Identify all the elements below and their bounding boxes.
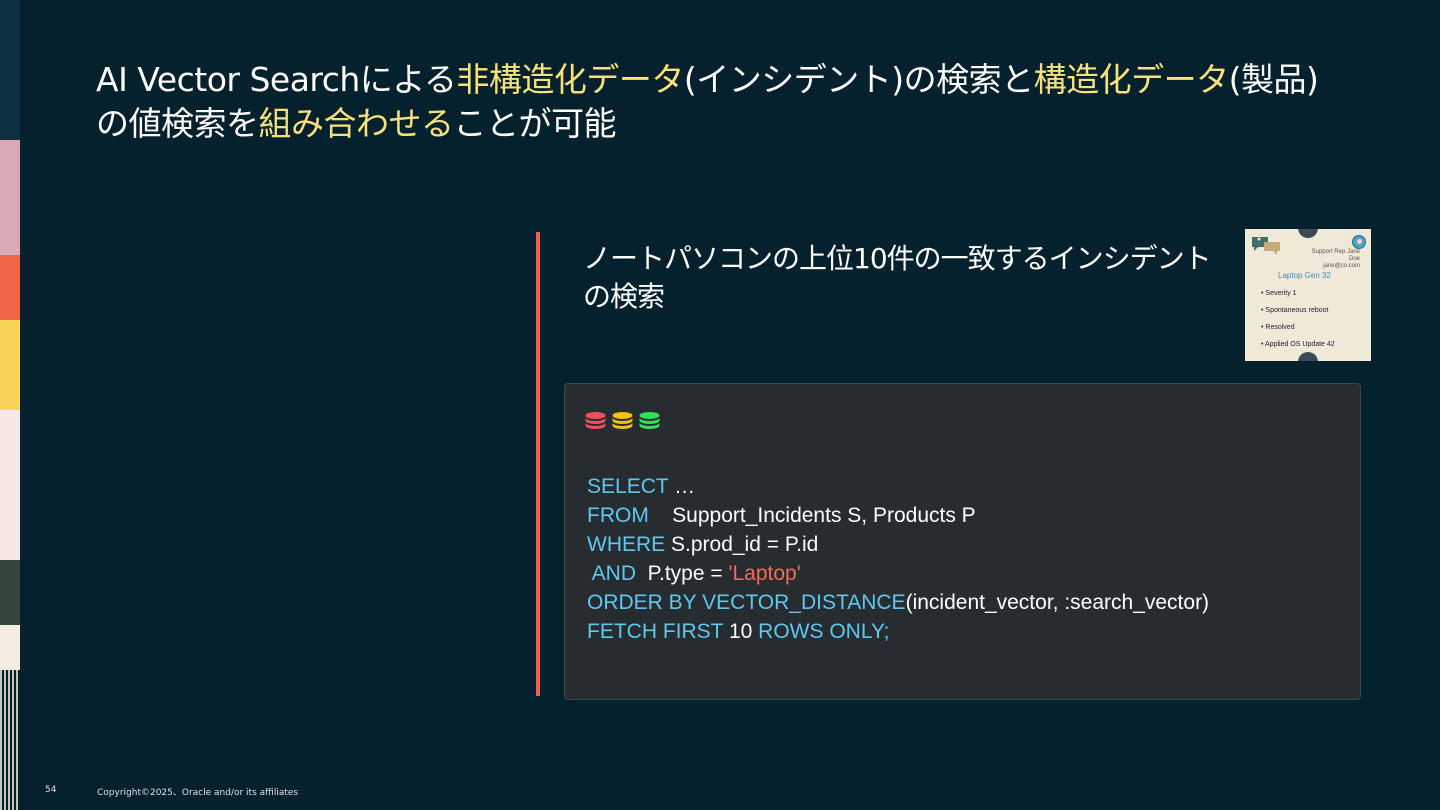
sql-text: Support_Incidents S, Products P bbox=[648, 504, 976, 527]
sql-keyword: FETCH FIRST bbox=[587, 620, 724, 643]
sql-text: … bbox=[668, 475, 696, 498]
card-notch-bottom bbox=[1298, 352, 1318, 361]
title-text-1: AI Vector Searchによる bbox=[96, 60, 457, 99]
sql-keyword: FROM bbox=[587, 504, 649, 527]
decorative-strip bbox=[0, 0, 20, 810]
incident-details: Severity 1 Spontaneous reboot Resolved A… bbox=[1261, 285, 1335, 353]
title-text-4: の値検索を bbox=[96, 104, 259, 143]
support-rep: Support Rep Jane Doe jane@co.com bbox=[1300, 249, 1360, 270]
database-icons bbox=[585, 412, 660, 432]
database-icon-green bbox=[639, 412, 660, 429]
avatar bbox=[1352, 235, 1366, 249]
sql-text: (incident_vector, :search_vector) bbox=[905, 591, 1210, 614]
sql-keyword: WHERE bbox=[587, 533, 666, 556]
sql-query: SELECT … FROM Support_Incidents S, Produ… bbox=[587, 472, 1209, 646]
title-text-5: ことが可能 bbox=[453, 104, 617, 143]
incident-detail-item: Severity 1 bbox=[1261, 285, 1335, 302]
sql-keyword: ORDER BY VECTOR_DISTANCE bbox=[587, 591, 906, 614]
title-highlight-structured: 構造化データ bbox=[1033, 60, 1230, 99]
title-highlight-combine: 組み合わせる bbox=[258, 104, 455, 143]
support-rep-name: Support Rep Jane Doe bbox=[1311, 249, 1360, 262]
sql-text: 10 bbox=[723, 620, 759, 643]
card-notch-top bbox=[1298, 229, 1318, 238]
subtitle-line-1: ノートパソコンの上位10件の一致するインシデント bbox=[583, 242, 1212, 275]
sql-text: S.prod_id = P.id bbox=[665, 533, 819, 556]
incident-detail-item: Applied OS Update 42 bbox=[1261, 336, 1335, 353]
database-icon-yellow bbox=[612, 412, 633, 429]
subtitle-line-2: の検索 bbox=[583, 280, 665, 313]
sql-keyword: AND bbox=[587, 562, 637, 585]
page-number: 54 bbox=[45, 785, 57, 795]
title-text-3: (製品) bbox=[1228, 60, 1319, 99]
title-highlight-unstructured: 非構造化データ bbox=[456, 60, 684, 99]
product-title: Laptop Gen 32 bbox=[1278, 271, 1331, 280]
incident-detail-item: Spontaneous reboot bbox=[1261, 302, 1335, 319]
section-subtitle: ノートパソコンの上位10件の一致するインシデント の検索 bbox=[583, 240, 1223, 316]
title-text-2: (インシデント)の検索と bbox=[683, 60, 1034, 99]
database-icon-red bbox=[585, 412, 606, 429]
chat-bubbles-icon bbox=[1252, 237, 1280, 255]
sql-string-literal: 'Laptop' bbox=[728, 562, 801, 585]
support-rep-email: jane@co.com bbox=[1323, 263, 1360, 269]
sql-text: P.type = bbox=[636, 562, 729, 585]
incident-card-image: Support Rep Jane Doe jane@co.com Laptop … bbox=[1245, 229, 1371, 361]
sql-code-card: SELECT … FROM Support_Incidents S, Produ… bbox=[564, 383, 1361, 700]
sql-keyword: SELECT bbox=[587, 475, 669, 498]
incident-detail-item: Resolved bbox=[1261, 319, 1335, 336]
sql-keyword: ROWS ONLY; bbox=[758, 620, 890, 643]
page-title: AI Vector Searchによる非構造化データ(インシデント)の検索と構造… bbox=[96, 58, 1376, 146]
accent-line bbox=[536, 232, 540, 696]
copyright-text: Copyright©2025、Oracle and/or its affilia… bbox=[97, 788, 299, 798]
